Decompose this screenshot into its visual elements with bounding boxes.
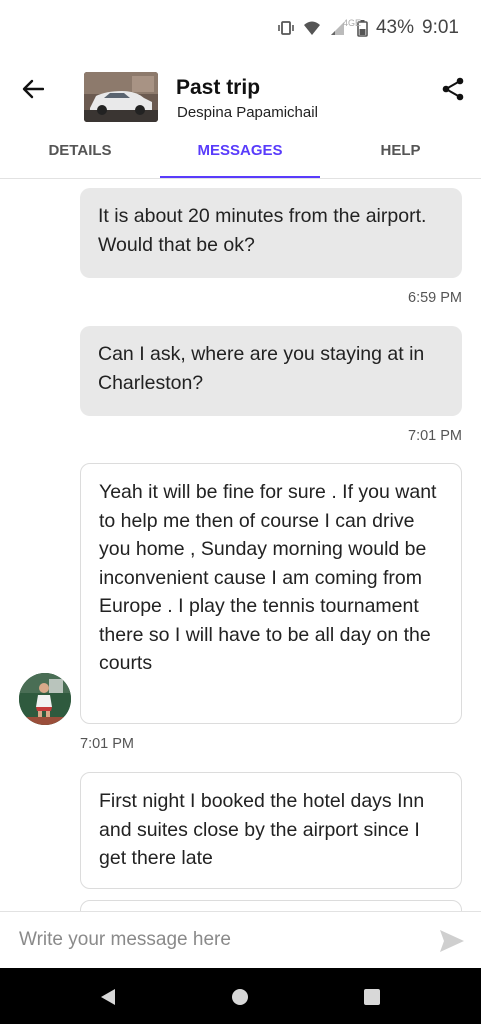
nav-home-button[interactable] — [229, 986, 251, 1008]
signal-icon: 4GE — [329, 18, 361, 36]
tab-messages[interactable]: MESSAGES — [160, 130, 320, 178]
message-bubble-received: First night I booked the hotel days Inn … — [80, 772, 462, 889]
tab-bar: DETAILS MESSAGES HELP — [0, 130, 481, 179]
back-button[interactable] — [16, 72, 50, 106]
nav-recents-button[interactable] — [361, 986, 383, 1008]
system-nav-bar — [0, 968, 481, 1024]
triangle-back-icon — [101, 989, 115, 1005]
circle-home-icon — [232, 989, 248, 1005]
tab-help[interactable]: HELP — [320, 130, 481, 178]
message-time: 7:01 PM — [408, 428, 462, 444]
message-bubble-received-partial — [80, 900, 462, 911]
message-input[interactable] — [0, 912, 420, 968]
share-button[interactable] — [436, 72, 470, 106]
clock: 9:01 — [422, 17, 459, 38]
message-composer — [0, 911, 481, 969]
arrow-left-icon — [22, 79, 44, 99]
send-icon — [440, 930, 464, 952]
trip-title: Past trip — [176, 76, 261, 99]
wifi-icon — [303, 20, 321, 36]
share-icon — [442, 77, 464, 101]
status-bar: 4GE 43% 9:01 — [0, 0, 481, 56]
message-bubble-sent: It is about 20 minutes from the airport.… — [80, 188, 462, 278]
message-thread[interactable]: It is about 20 minutes from the airport.… — [0, 179, 481, 911]
host-avatar[interactable] — [19, 673, 71, 725]
tab-details[interactable]: DETAILS — [0, 130, 160, 178]
send-button[interactable] — [438, 928, 466, 954]
car-thumbnail[interactable] — [84, 72, 158, 122]
nav-back-button[interactable] — [97, 986, 119, 1008]
message-time: 6:59 PM — [408, 290, 462, 306]
square-recents-icon — [364, 989, 380, 1005]
network-label: 4GE — [342, 18, 361, 28]
vibrate-icon — [277, 20, 295, 36]
message-bubble-sent: Can I ask, where are you staying at in C… — [80, 326, 462, 416]
battery-percent: 43% — [375, 17, 415, 38]
host-name: Despina Papamichail — [177, 104, 318, 121]
message-time: 7:01 PM — [80, 736, 134, 752]
trip-header: Past trip Despina Papamichail — [0, 62, 481, 130]
message-bubble-received: Yeah it will be fine for sure . If you w… — [80, 463, 462, 724]
